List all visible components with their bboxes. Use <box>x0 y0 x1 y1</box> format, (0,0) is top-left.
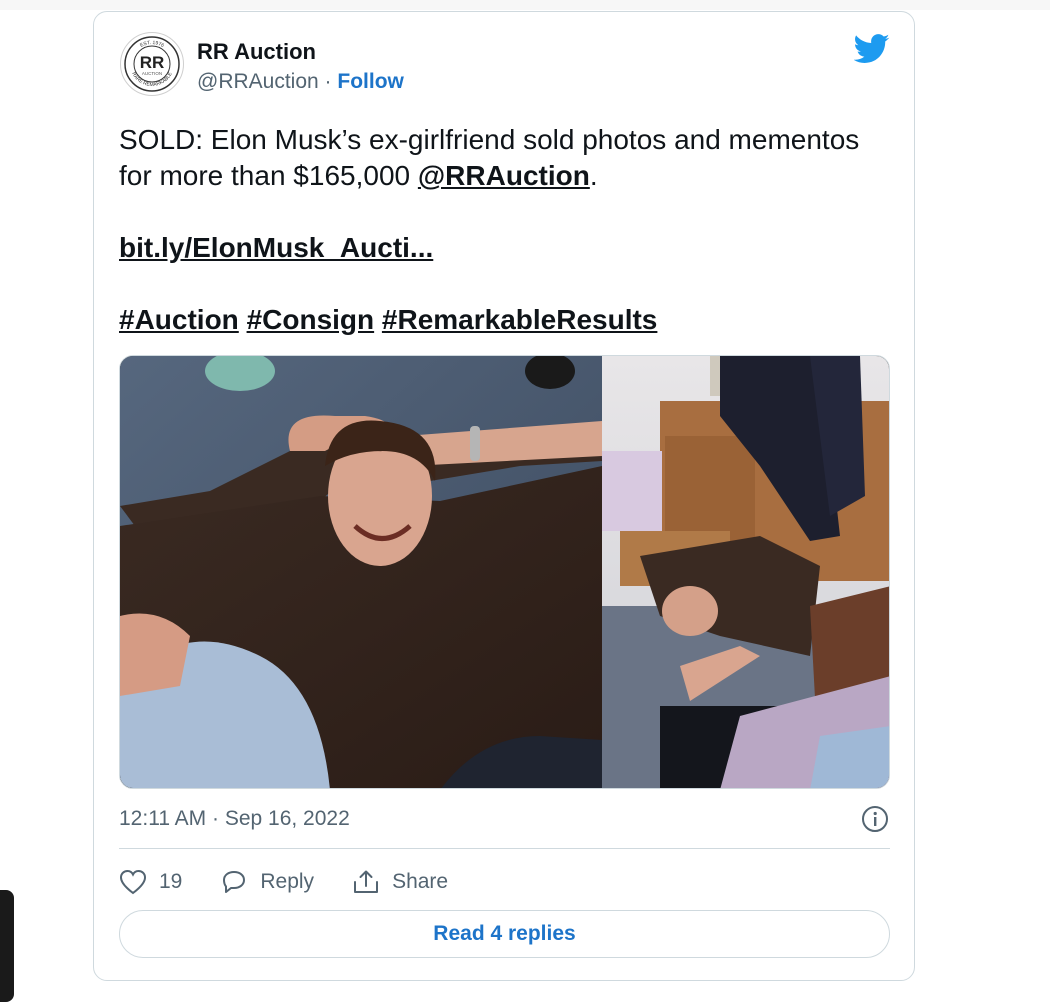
author-handle-row: @RRAuction · Follow <box>197 70 404 94</box>
like-button[interactable]: 19 <box>119 869 182 895</box>
avatar-logo-text: RR <box>140 53 165 72</box>
author-handle[interactable]: @RRAuction <box>197 70 319 93</box>
tweet-body-paragraph: SOLD: Elon Musk’s ex-girlfriend sold pho… <box>119 122 889 194</box>
short-url-link[interactable]: bit.ly/ElonMusk_Aucti... <box>119 232 433 263</box>
tweet-body-period: . <box>589 160 598 191</box>
hashtag-link[interactable]: #Consign <box>247 304 375 335</box>
follow-button[interactable]: Follow <box>337 70 404 93</box>
info-icon[interactable] <box>861 805 889 833</box>
share-button[interactable]: Share <box>352 869 448 895</box>
tweet-photo-image <box>120 356 889 788</box>
avatar-ring-top-text: EST. 1976 <box>139 40 165 49</box>
background-window-edge <box>0 890 14 1002</box>
embedded-tweet-card[interactable]: EST. 1976 RARE REMARKABLE RR AUCTION RR … <box>93 11 915 981</box>
mention-link[interactable]: @RRAuction <box>418 160 590 191</box>
author-avatar[interactable]: EST. 1976 RARE REMARKABLE RR AUCTION <box>120 32 184 96</box>
browser-top-strip <box>0 0 1050 10</box>
hashtag-link[interactable]: #RemarkableResults <box>382 304 657 335</box>
reply-button[interactable]: Reply <box>220 869 314 895</box>
tweet-photo[interactable] <box>119 355 890 789</box>
svg-text:EST. 1976: EST. 1976 <box>139 40 165 49</box>
reply-icon <box>223 871 246 893</box>
heart-icon <box>119 869 147 895</box>
share-icon <box>354 870 379 893</box>
avatar-logo-subtext: AUCTION <box>142 71 162 76</box>
twitter-bird-icon[interactable] <box>854 34 890 64</box>
tweet-actions-bar: 19 Reply Share <box>119 867 486 897</box>
author-name[interactable]: RR Auction <box>197 39 316 65</box>
tweet-text: SOLD: Elon Musk’s ex-girlfriend sold pho… <box>119 122 889 338</box>
like-count: 19 <box>159 870 183 893</box>
handle-separator: · <box>324 70 332 93</box>
reply-label: Reply <box>260 870 315 893</box>
tweet-timestamp[interactable]: 12:11 AM · Sep 16, 2022 <box>119 807 350 831</box>
hashtag-link[interactable]: #Auction <box>119 304 239 335</box>
read-replies-button[interactable]: Read 4 replies <box>119 910 890 958</box>
hashtag-row: #Auction #Consign #RemarkableResults <box>119 302 889 338</box>
divider <box>119 848 890 849</box>
share-label: Share <box>392 870 449 893</box>
